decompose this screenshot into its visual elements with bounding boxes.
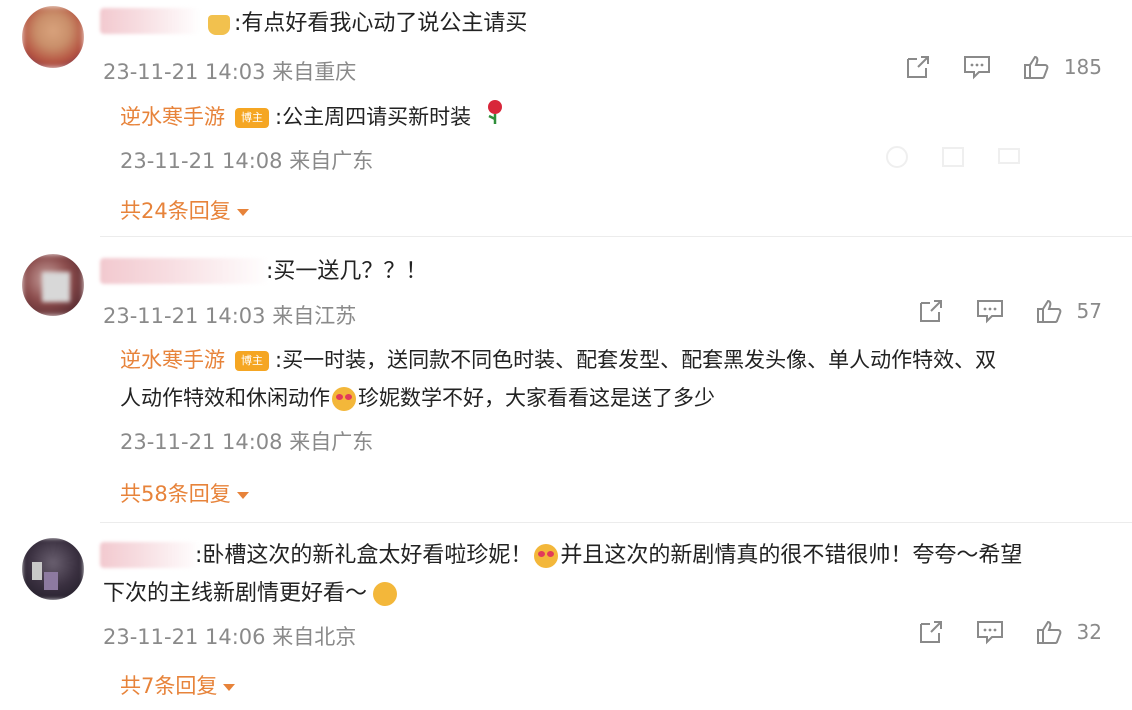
comment-icon bbox=[976, 621, 1003, 645]
comment-text: :买一送几？？！ bbox=[266, 259, 428, 284]
share-button[interactable] bbox=[917, 619, 945, 645]
comment-actions: 32 bbox=[917, 617, 1102, 647]
faded-share-icon bbox=[942, 147, 964, 167]
share-icon bbox=[906, 56, 929, 78]
share-icon bbox=[919, 621, 942, 643]
reply-text: :买一时装，送同款不同色时装、配套发型、配套黑发头像、单人动作特效、双 bbox=[275, 348, 997, 372]
comment-time: 23-11-21 14:06 bbox=[103, 625, 266, 649]
rose-icon bbox=[484, 98, 506, 138]
avatar[interactable] bbox=[22, 254, 84, 316]
like-count: 32 bbox=[1076, 620, 1102, 644]
reply-meta: 23-11-21 14:08 来自广东 bbox=[120, 145, 373, 175]
reply-actions-faint bbox=[884, 145, 1022, 169]
reply-author[interactable]: 逆水寒手游 bbox=[120, 105, 225, 129]
comment-time: 23-11-21 14:03 bbox=[103, 60, 266, 84]
share-button[interactable] bbox=[904, 54, 932, 80]
comment-meta: 23-11-21 14:06 来自北京 bbox=[103, 621, 356, 651]
comment-icon bbox=[963, 56, 990, 80]
share-button[interactable] bbox=[917, 298, 945, 324]
caret-down-icon bbox=[223, 683, 236, 691]
like-button[interactable]: 57 bbox=[1035, 298, 1102, 324]
username-blurred[interactable] bbox=[100, 258, 270, 284]
comment-location: 来自北京 bbox=[272, 625, 357, 649]
username-blurred[interactable] bbox=[100, 542, 200, 568]
username-blurred[interactable] bbox=[100, 8, 200, 34]
caret-down-icon bbox=[236, 491, 249, 499]
reply-time: 23-11-21 14:08 bbox=[120, 149, 283, 173]
thumbs-up-icon bbox=[1036, 299, 1061, 323]
comment-actions: 185 bbox=[904, 52, 1102, 82]
thumbs-up-icon bbox=[1023, 55, 1049, 79]
faded-comment-icon bbox=[998, 148, 1020, 164]
like-count: 57 bbox=[1076, 299, 1102, 323]
reply-location: 来自广东 bbox=[289, 149, 374, 173]
comment-3: :卧槽这次的新礼盒太好看啦珍妮！ 并且这次的新剧情真的很不错很帅！夸夸～希望 下次… bbox=[0, 526, 1132, 710]
reply-text: :公主周四请买新时装 bbox=[275, 105, 472, 129]
comment-button[interactable] bbox=[962, 54, 992, 80]
more-replies-link[interactable]: 共58条回复 bbox=[120, 478, 249, 508]
more-replies-link[interactable]: 共24条回复 bbox=[120, 195, 249, 225]
divider bbox=[100, 236, 1132, 237]
blogger-badge: 博主 bbox=[235, 108, 269, 128]
faded-icon bbox=[886, 146, 908, 168]
comment-1: :有点好看我心动了说公主请买 23-11-21 14:03 来自重庆 185 逆… bbox=[0, 0, 1132, 235]
kiss-emoji-icon bbox=[373, 582, 398, 606]
like-button[interactable]: 32 bbox=[1035, 619, 1102, 645]
reply-time: 23-11-21 14:08 bbox=[120, 430, 283, 454]
divider bbox=[100, 522, 1132, 523]
comment-text-line-2: 下次的主线新剧情更好看～ bbox=[103, 574, 399, 614]
comment-text-line-1: :卧槽这次的新礼盒太好看啦珍妮！ 并且这次的新剧情真的很不错很帅！夸夸～希望 bbox=[195, 543, 1023, 568]
reply-meta: 23-11-21 14:08 来自广东 bbox=[120, 426, 373, 456]
comment-button[interactable] bbox=[975, 619, 1005, 645]
blogger-badge: 博主 bbox=[235, 351, 269, 371]
vip-crown-icon bbox=[208, 15, 230, 35]
reply-location: 来自广东 bbox=[289, 430, 374, 454]
comment-button[interactable] bbox=[975, 298, 1005, 324]
comment-meta: 23-11-21 14:03 来自江苏 bbox=[103, 300, 356, 330]
comment-text: :有点好看我心动了说公主请买 bbox=[234, 11, 528, 36]
comment-icon bbox=[976, 300, 1003, 324]
avatar[interactable] bbox=[22, 538, 84, 600]
reply: 逆水寒手游 博主 :公主周四请买新时装 bbox=[120, 97, 506, 138]
heart-eyes-emoji-icon bbox=[332, 387, 356, 411]
like-button[interactable]: 185 bbox=[1022, 54, 1102, 80]
reply-line-1: 逆水寒手游 博主 :买一时装，送同款不同色时装、配套发型、配套黑发头像、单人动作特效… bbox=[120, 340, 996, 380]
comment-time: 23-11-21 14:03 bbox=[103, 304, 266, 328]
thumbs-up-icon bbox=[1036, 620, 1061, 644]
caret-down-icon bbox=[236, 208, 249, 216]
comment-location: 来自江苏 bbox=[272, 304, 357, 328]
comment-actions: 57 bbox=[917, 296, 1102, 326]
avatar[interactable] bbox=[22, 6, 84, 68]
reply-line-2: 人动作特效和休闲动作 珍妮数学不好，大家看看这是送了多少 bbox=[120, 386, 715, 411]
more-replies-link[interactable]: 共7条回复 bbox=[120, 670, 236, 700]
heart-eyes-emoji-icon bbox=[534, 544, 559, 568]
share-icon bbox=[919, 300, 942, 322]
reply-author[interactable]: 逆水寒手游 bbox=[120, 348, 225, 372]
like-count: 185 bbox=[1063, 55, 1102, 79]
comment-2: :买一送几？？！ 23-11-21 14:03 来自江苏 57 逆水寒手游 博主:… bbox=[0, 240, 1132, 520]
comment-meta: 23-11-21 14:03 来自重庆 bbox=[103, 56, 356, 86]
comment-location: 来自重庆 bbox=[272, 60, 357, 84]
